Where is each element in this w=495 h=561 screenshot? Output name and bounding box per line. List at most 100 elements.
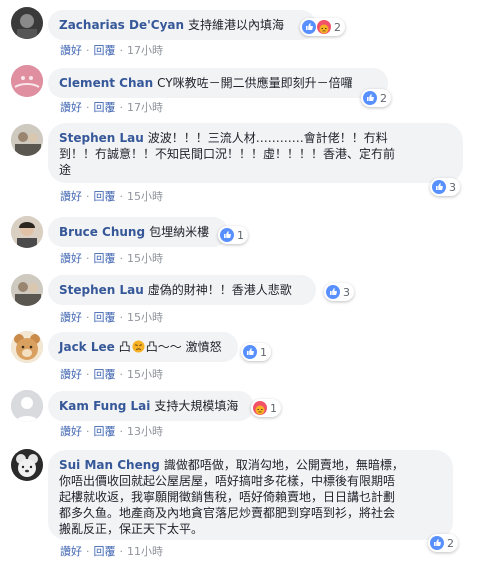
reaction-summary[interactable]: 3 bbox=[430, 178, 460, 196]
separator: · bbox=[86, 252, 90, 265]
author-name[interactable]: Bruce Chung bbox=[59, 225, 145, 239]
comment-actions: 讚好 · 回覆 · 13小時 bbox=[60, 423, 163, 439]
comment: Clement Chan CY咪教咗－開二供應量即刻升－倍囉 2 讚好 · 回覆 · 17… bbox=[0, 60, 495, 114]
timestamp[interactable]: 17小時 bbox=[127, 44, 163, 57]
separator: · bbox=[86, 190, 90, 203]
reaction-summary[interactable]: 1 bbox=[251, 399, 281, 417]
author-name[interactable]: Kam Fung Lai bbox=[59, 399, 150, 413]
author-name[interactable]: Stephen Lau bbox=[59, 131, 144, 145]
separator: · bbox=[119, 44, 124, 57]
like-link[interactable]: 讚好 bbox=[60, 252, 82, 265]
comment-bubble: Sui Man Cheng 識做都唔做，取消勾地，公開賣地，無暗標， 你唔出價收回… bbox=[48, 450, 453, 540]
like-link[interactable]: 讚好 bbox=[60, 425, 82, 438]
comment-bubble: Stephen Lau 虛偽的財神！！香港人悲歌 bbox=[48, 275, 316, 305]
timestamp[interactable]: 13小時 bbox=[127, 425, 163, 438]
comment-text-line: 波波！！！三流人材…………會計佬！！冇料 bbox=[147, 131, 388, 145]
separator: · bbox=[86, 101, 90, 114]
angry-icon bbox=[253, 401, 267, 415]
reaction-summary[interactable]: 1 bbox=[218, 226, 248, 244]
like-icon bbox=[302, 20, 316, 34]
reply-link[interactable]: 回覆 bbox=[94, 101, 116, 114]
reaction-count: 1 bbox=[260, 345, 267, 359]
avatar[interactable] bbox=[11, 124, 43, 156]
reply-link[interactable]: 回覆 bbox=[94, 368, 116, 381]
reaction-summary[interactable]: 2 bbox=[428, 534, 458, 552]
reaction-count: 1 bbox=[237, 228, 244, 242]
timestamp[interactable]: 15小時 bbox=[127, 311, 163, 324]
comment-text: 凸 bbox=[118, 340, 131, 354]
comment: Stephen Lau 波波！！！三流人材…………會計佬！！冇料 到！！冇誠意！！… bbox=[0, 120, 495, 206]
timestamp[interactable]: 15小時 bbox=[127, 190, 163, 203]
author-name[interactable]: Stephen Lau bbox=[59, 283, 144, 297]
avatar[interactable] bbox=[11, 65, 43, 97]
avatar[interactable] bbox=[11, 7, 43, 39]
author-name[interactable]: Clement Chan bbox=[59, 76, 153, 90]
like-link[interactable]: 讚好 bbox=[60, 44, 82, 57]
comment-actions: 讚好 · 回覆 · 17小時 bbox=[60, 99, 163, 115]
author-name[interactable]: Jack Lee bbox=[59, 340, 115, 354]
comment-actions: 讚好 · 回覆 · 15小時 bbox=[60, 309, 163, 325]
comment-bubble: Stephen Lau 波波！！！三流人材…………會計佬！！冇料 到！！冇誠意！！… bbox=[48, 123, 463, 183]
timestamp[interactable]: 15小時 bbox=[127, 368, 163, 381]
author-name[interactable]: Sui Man Cheng bbox=[59, 458, 160, 472]
avatar[interactable] bbox=[11, 216, 43, 248]
separator: · bbox=[119, 311, 124, 324]
reaction-summary[interactable]: 2 bbox=[300, 18, 345, 36]
like-icon bbox=[326, 285, 340, 299]
separator: · bbox=[119, 101, 124, 114]
comment-text-line: 搬亂反正，保正天下太平。 bbox=[59, 522, 204, 536]
comment-text-line: 都多久鱼。地產商及內地貪官落尼炒賣都肥到穿唔到衫，將社会 bbox=[59, 506, 396, 520]
angry-emoji-icon bbox=[132, 340, 145, 353]
reply-link[interactable]: 回覆 bbox=[94, 190, 116, 203]
comment-actions: 讚好 · 回覆 · 17小時 bbox=[60, 42, 163, 58]
comment-actions: 讚好 · 回覆 · 15小時 bbox=[60, 250, 163, 266]
avatar[interactable] bbox=[11, 331, 43, 363]
comment-text: 包埋納米樓 bbox=[149, 225, 210, 239]
reply-link[interactable]: 回覆 bbox=[94, 425, 116, 438]
timestamp[interactable]: 15小時 bbox=[127, 252, 163, 265]
reaction-count: 2 bbox=[447, 536, 454, 550]
comment-bubble: Zacharias De'Cyan 支持維港以內填海 bbox=[48, 10, 316, 40]
reply-link[interactable]: 回覆 bbox=[94, 44, 116, 57]
like-link[interactable]: 讚好 bbox=[60, 190, 82, 203]
like-link[interactable]: 讚好 bbox=[60, 311, 82, 324]
like-icon bbox=[430, 536, 444, 550]
like-icon bbox=[363, 91, 377, 105]
comment-actions: 讚好 · 回覆 · 15小時 bbox=[60, 366, 163, 382]
comment-text: 支持維港以內填海 bbox=[188, 18, 285, 32]
comment-bubble: Kam Fung Lai 支持大規模填海 bbox=[48, 391, 254, 421]
comment-text-line: 你唔出價收回就起公屋居屋，唔好搞咁多花樣，中標後有限期唔 bbox=[59, 474, 396, 488]
like-link[interactable]: 讚好 bbox=[60, 368, 82, 381]
like-link[interactable]: 讚好 bbox=[60, 101, 82, 114]
comment: Zacharias De'Cyan 支持維港以內填海 2 讚好 · 回覆 · 17小時 bbox=[0, 0, 495, 57]
reaction-count: 1 bbox=[270, 401, 277, 415]
like-link[interactable]: 讚好 bbox=[60, 545, 82, 558]
reaction-summary[interactable]: 3 bbox=[324, 283, 354, 301]
comment-text-line: 途 bbox=[59, 163, 72, 177]
comment: Jack Lee 凸凸～～ 激憤怒 1 讚好 · 回覆 · 15小時 bbox=[0, 327, 495, 381]
avatar[interactable] bbox=[11, 274, 43, 306]
separator: · bbox=[86, 44, 90, 57]
separator: · bbox=[86, 368, 90, 381]
like-icon bbox=[432, 180, 446, 194]
comment-text-line: 到！！冇誠意！！不知民間口況！！！虛！！！！香港、定冇前 bbox=[59, 147, 396, 161]
separator: · bbox=[119, 425, 124, 438]
reaction-count: 3 bbox=[343, 285, 350, 299]
comment-actions: 讚好 · 回覆 · 11小時 bbox=[60, 543, 163, 559]
reaction-summary[interactable]: 1 bbox=[241, 343, 271, 361]
timestamp[interactable]: 11小時 bbox=[127, 545, 163, 558]
reply-link[interactable]: 回覆 bbox=[94, 252, 116, 265]
reaction-summary[interactable]: 2 bbox=[361, 89, 391, 107]
reply-link[interactable]: 回覆 bbox=[94, 311, 116, 324]
reply-link[interactable]: 回覆 bbox=[94, 545, 116, 558]
timestamp[interactable]: 17小時 bbox=[127, 101, 163, 114]
separator: · bbox=[119, 190, 124, 203]
comment-text-line: 起樓就收返，我寧願開徵銷售稅，唔好倚賴賣地，日日講乜計劃 bbox=[59, 490, 396, 504]
comment-actions: 讚好 · 回覆 · 15小時 bbox=[60, 188, 163, 204]
avatar[interactable] bbox=[11, 449, 43, 481]
angry-icon bbox=[317, 20, 331, 34]
author-name[interactable]: Zacharias De'Cyan bbox=[59, 18, 184, 32]
avatar[interactable] bbox=[11, 390, 43, 422]
comment-text: CY咪教咗－開二供應量即刻升－倍囉 bbox=[157, 76, 353, 90]
separator: · bbox=[119, 368, 124, 381]
